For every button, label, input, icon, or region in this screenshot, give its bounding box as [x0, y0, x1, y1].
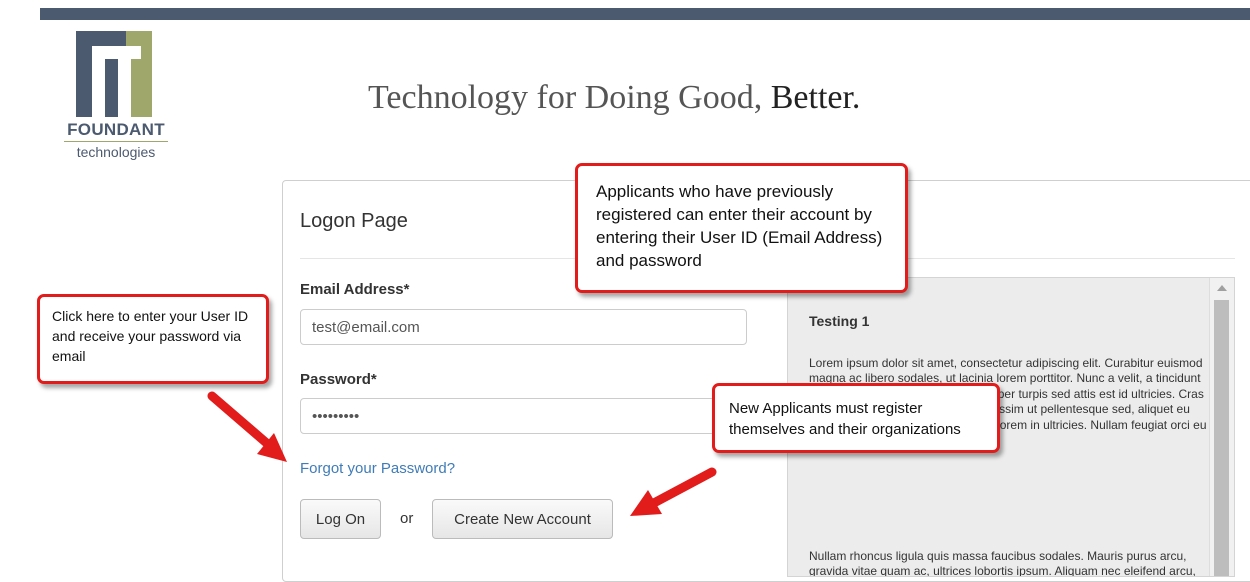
callout-forgot-password: Click here to enter your User ID and rec… [37, 294, 269, 384]
callout-new-applicants: New Applicants must register themselves … [712, 383, 1000, 453]
red-arrow-icon [630, 467, 717, 516]
red-arrow-icon [207, 391, 287, 462]
callout-login-instructions: Applicants who have previously registere… [575, 163, 908, 293]
